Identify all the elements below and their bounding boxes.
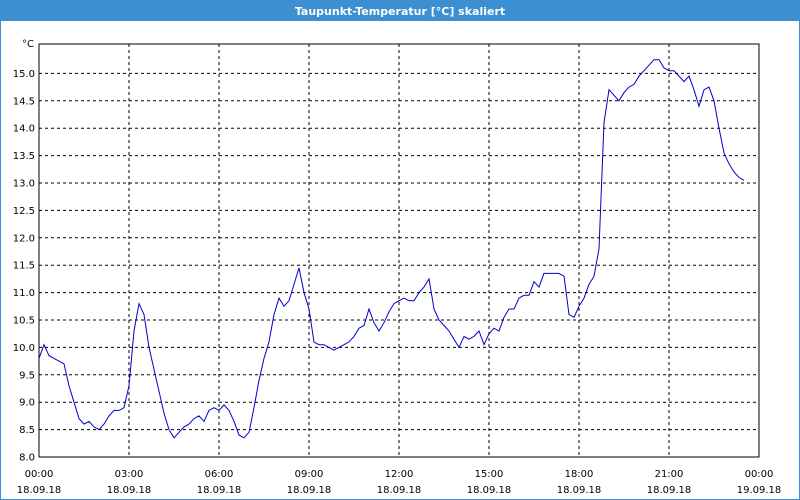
x-axis-ticks: 00:00 18.09.18 03:00 18.09.18 06:00 18.09.18 0… [17, 469, 782, 496]
y-tick-label: 10.0 [13, 343, 35, 354]
y-tick-label: 14.5 [13, 96, 35, 107]
y-tick-label: 13.0 [13, 179, 35, 190]
x-tick-time-label: 03:00 [115, 469, 144, 480]
x-tick-time-label: 00:00 [25, 469, 54, 480]
x-tick-time-label: 12:00 [385, 469, 414, 480]
x-tick-date-label: 18.09.18 [17, 485, 62, 496]
y-tick-label: 12.5 [13, 206, 35, 217]
x-tick-time-label: 00:00 [745, 469, 774, 480]
x-tick-time-label: 21:00 [655, 469, 684, 480]
y-tick-label: 15.0 [13, 69, 35, 80]
x-tick-date-label: 18.09.18 [377, 485, 422, 496]
y-tick-label: 11.5 [13, 261, 35, 272]
x-tick-date-label: 18.09.18 [107, 485, 152, 496]
x-tick-date-label: 18.09.18 [287, 485, 332, 496]
x-tick-time-label: 09:00 [295, 469, 324, 480]
x-tick-date-label: 18.09.18 [647, 485, 692, 496]
y-tick-label: 9.5 [19, 370, 35, 381]
y-tick-label: 11.0 [13, 288, 35, 299]
x-tick-date-label: 19.09.18 [737, 485, 782, 496]
x-tick-time-label: 06:00 [205, 469, 234, 480]
y-tick-label: 10.5 [13, 316, 35, 327]
y-tick-label: 13.5 [13, 151, 35, 162]
x-tick-time-label: 15:00 [475, 469, 504, 480]
y-tick-label: 12.0 [13, 233, 35, 244]
y-axis-ticks: 8.0 8.5 9.0 9.5 10.0 10.5 11.0 11.5 12.0 12.5 13.0… [13, 69, 35, 464]
dewpoint-line-chart: °C 8.0 8.5 9.0 9.5 10.0 10.5 11.0 11.5 12.0 12.5 1… [13, 39, 782, 496]
y-axis-unit-label: °C [22, 39, 34, 50]
chart-grid [39, 44, 759, 457]
dewpoint-series-line [38, 59, 745, 439]
y-tick-label: 8.0 [19, 453, 35, 464]
y-tick-label: 9.0 [19, 398, 35, 409]
y-tick-label: 14.0 [13, 124, 35, 135]
x-tick-date-label: 18.09.18 [467, 485, 512, 496]
y-tick-label: 8.5 [19, 425, 35, 436]
x-tick-time-label: 18:00 [565, 469, 594, 480]
x-tick-date-label: 18.09.18 [197, 485, 242, 496]
x-tick-date-label: 18.09.18 [557, 485, 602, 496]
